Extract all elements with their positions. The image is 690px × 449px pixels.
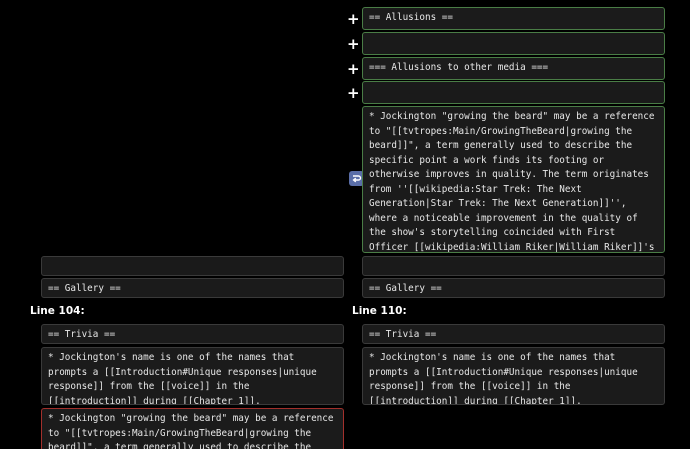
add-line-icon[interactable]: + [347, 86, 360, 101]
diff-context-line-right: == Trivia == [362, 324, 665, 344]
diff-removed-paragraph: * Jockington "growing the beard" may be … [41, 408, 344, 449]
diff-added-line: == Allusions == [362, 7, 665, 30]
diff-context-line-right: == Gallery == [362, 278, 665, 298]
line-number-label-left: Line 104: [30, 305, 85, 317]
diff-added-line: === Allusions to other media === [362, 57, 665, 80]
add-line-icon[interactable]: + [347, 37, 360, 52]
diff-empty-line-left [41, 256, 344, 276]
diff-added-empty-line [362, 81, 665, 104]
add-line-icon[interactable]: + [347, 62, 360, 77]
diff-added-empty-line [362, 32, 665, 55]
diff-empty-line-right [362, 256, 665, 276]
diff-context-paragraph-right: * Jockington's name is one of the names … [362, 347, 665, 405]
diff-added-paragraph: * Jockington "growing the beard" may be … [362, 106, 665, 253]
diff-context-paragraph-left: * Jockington's name is one of the names … [41, 347, 344, 405]
add-line-icon[interactable]: + [347, 12, 360, 27]
line-number-label-right: Line 110: [352, 305, 407, 317]
diff-context-line-left: == Trivia == [41, 324, 344, 344]
diff-context-line-left: == Gallery == [41, 278, 344, 298]
wrap-arrow-glyph [352, 175, 362, 183]
